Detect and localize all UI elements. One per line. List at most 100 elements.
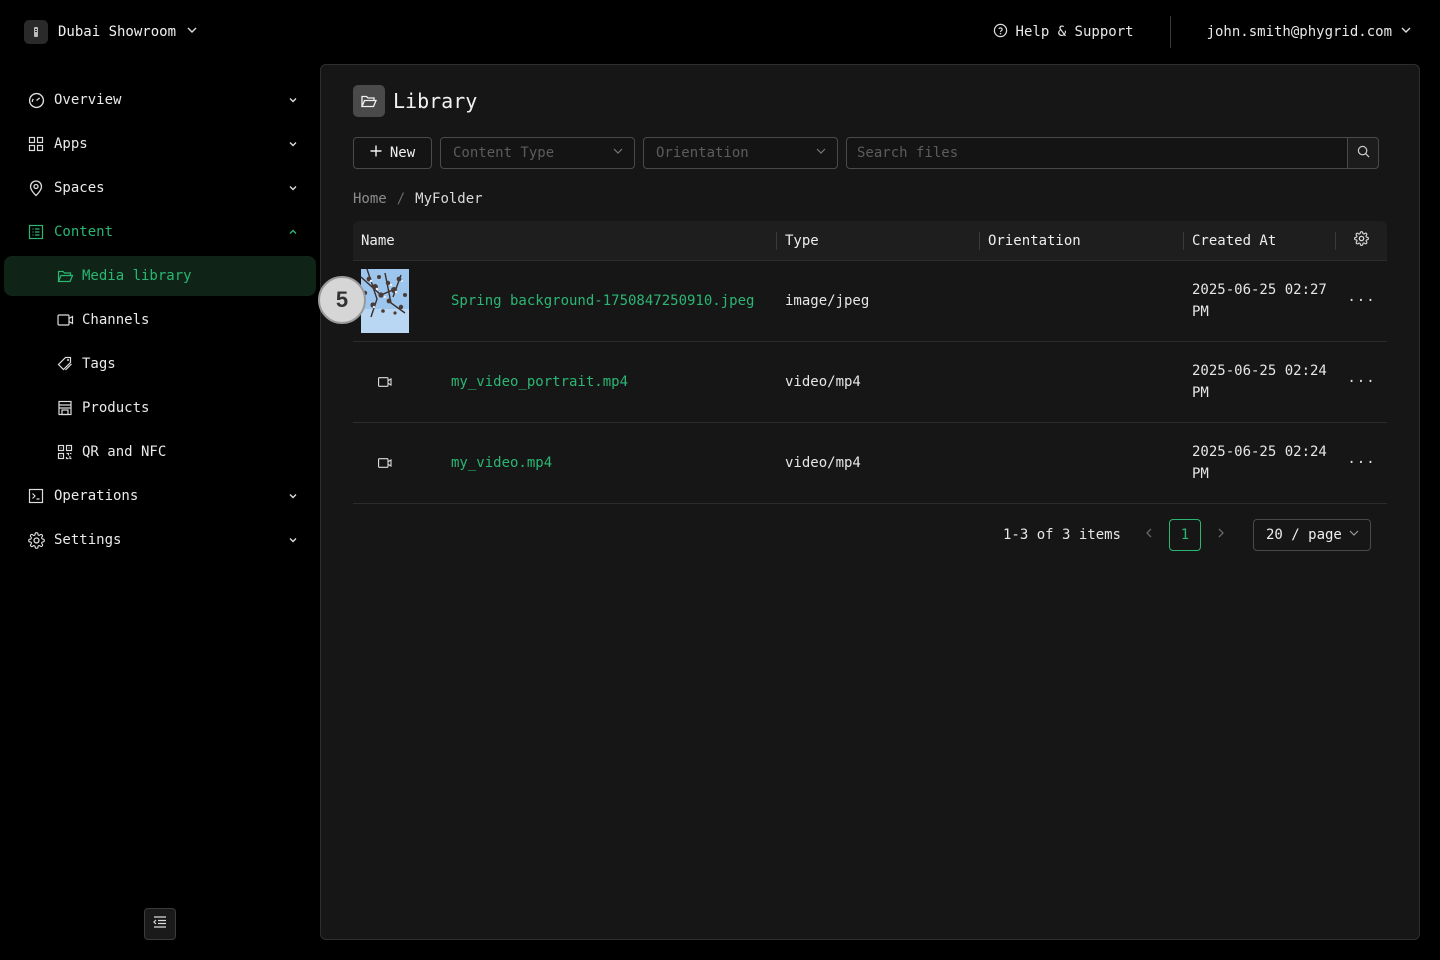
- orientation-cell: [980, 423, 1184, 503]
- search-input[interactable]: [846, 137, 1347, 169]
- chevron-down-icon: [612, 145, 624, 161]
- tags-icon: [56, 355, 74, 373]
- type-cell: video/mp4: [785, 374, 861, 390]
- row-actions-button[interactable]: ···: [1336, 342, 1387, 422]
- chevron-down-icon: [286, 489, 300, 503]
- sidebar-item-media-library[interactable]: Media library: [4, 256, 316, 296]
- chevron-down-icon: [186, 24, 198, 40]
- table-row[interactable]: Spring background-1750847250910.jpeg ima…: [353, 261, 1387, 342]
- image-thumbnail[interactable]: [361, 269, 409, 333]
- column-header-orientation[interactable]: Orientation: [980, 221, 1184, 261]
- next-page-button[interactable]: [1205, 519, 1237, 551]
- created-ampm: PM: [1192, 466, 1209, 482]
- previous-page-button[interactable]: [1133, 519, 1165, 551]
- breadcrumb-separator: /: [396, 191, 406, 207]
- sidebar-item-products[interactable]: Products: [4, 386, 316, 430]
- orientation-cell: [980, 261, 1184, 341]
- chevron-down-icon: [815, 145, 827, 161]
- new-button[interactable]: New: [353, 137, 432, 169]
- file-name-link[interactable]: my_video_portrait.mp4: [451, 374, 628, 390]
- toolbar: New Content Type Orientation: [353, 137, 1379, 170]
- search-button[interactable]: [1347, 137, 1379, 169]
- shop-icon: [56, 399, 74, 417]
- table-row[interactable]: my_video_portrait.mp4 video/mp4 2025-06-…: [353, 342, 1387, 423]
- chevron-down-icon: [286, 181, 300, 195]
- chevron-up-icon: [286, 225, 300, 239]
- gear-icon: [1354, 231, 1369, 250]
- chevron-down-icon: [286, 137, 300, 151]
- breadcrumb: Home / MyFolder: [353, 191, 483, 207]
- column-header-name[interactable]: Name: [353, 221, 777, 261]
- sidebar-item-label: Products: [82, 400, 150, 416]
- sidebar-item-qr-and-nfc[interactable]: QR and NFC: [4, 430, 316, 474]
- chevron-right-icon: [1216, 527, 1226, 543]
- chevron-down-icon: [286, 93, 300, 107]
- sidebar-item-operations[interactable]: Operations: [0, 474, 320, 518]
- orientation-cell: [980, 342, 1184, 422]
- page-number-button[interactable]: 1: [1169, 519, 1201, 551]
- name-cell: my_video_portrait.mp4: [353, 342, 777, 422]
- type-cell: video/mp4: [785, 455, 861, 471]
- sidebar-collapse-button[interactable]: [144, 908, 176, 940]
- sidebar-item-label: Tags: [82, 356, 116, 372]
- help-support-link[interactable]: Help & Support: [993, 23, 1170, 42]
- video-camera-icon: [361, 350, 409, 414]
- sidebar-item-tags[interactable]: Tags: [4, 342, 316, 386]
- breadcrumb-current: MyFolder: [415, 191, 483, 207]
- sidebar-item-spaces[interactable]: Spaces: [0, 166, 320, 210]
- page-title: Library: [393, 89, 478, 113]
- created-at-cell: 2025-06-25 02:24 PM: [1184, 423, 1336, 503]
- sidebar: Overview Apps Spaces Content Media libra…: [0, 78, 320, 562]
- chevron-down-icon: [1400, 24, 1412, 40]
- help-circle-icon: [993, 23, 1008, 42]
- row-actions-button[interactable]: ···: [1336, 261, 1387, 341]
- folder-open-icon: [353, 85, 385, 117]
- search-box: [846, 137, 1379, 169]
- file-name-link[interactable]: my_video.mp4: [451, 455, 552, 471]
- orientation-placeholder: Orientation: [656, 145, 749, 161]
- plus-icon: [370, 145, 382, 161]
- sidebar-item-label: Overview: [54, 92, 122, 108]
- terminal-icon: [27, 487, 45, 505]
- sidebar-item-apps[interactable]: Apps: [0, 122, 320, 166]
- table-row[interactable]: my_video.mp4 video/mp4 2025-06-25 02:24 P…: [353, 423, 1387, 504]
- content-type-select[interactable]: Content Type: [440, 137, 635, 169]
- content-type-placeholder: Content Type: [453, 145, 555, 161]
- sidebar-item-channels[interactable]: Channels: [4, 298, 316, 342]
- sidebar-item-content[interactable]: Content: [0, 210, 320, 254]
- created-ampm: PM: [1192, 385, 1209, 401]
- files-table: Name Type Orientation Created At Spring …: [353, 221, 1387, 504]
- sidebar-item-label: Content: [54, 224, 114, 240]
- sidebar-item-label: Operations: [54, 488, 139, 504]
- page-header: Library: [353, 85, 477, 117]
- qrcode-icon: [56, 443, 74, 461]
- sidebar-item-label: Media library: [82, 268, 192, 284]
- sidebar-item-label: Channels: [82, 312, 150, 328]
- sidebar-item-settings[interactable]: Settings: [0, 518, 320, 562]
- chevron-left-icon: [1144, 527, 1154, 543]
- menu-fold-icon: [153, 916, 167, 932]
- breadcrumb-home[interactable]: Home: [353, 191, 387, 207]
- search-icon: [1357, 145, 1370, 162]
- type-cell: image/jpeg: [785, 293, 870, 309]
- apps-grid-icon: [27, 135, 45, 153]
- table-header: Name Type Orientation Created At: [353, 221, 1387, 261]
- sidebar-item-overview[interactable]: Overview: [0, 78, 320, 122]
- row-actions-button[interactable]: ···: [1336, 423, 1387, 503]
- column-header-type[interactable]: Type: [777, 221, 980, 261]
- created-date: 2025-06-25 02:27: [1192, 282, 1327, 298]
- video-camera-icon: [361, 431, 409, 495]
- sidebar-item-label: Spaces: [54, 180, 105, 196]
- main-panel: Library New Content Type Orientation Hom…: [320, 64, 1420, 940]
- user-email: john.smith@phygrid.com: [1206, 24, 1392, 40]
- workspace-logo-icon: [24, 20, 48, 44]
- sidebar-item-label: Apps: [54, 136, 88, 152]
- user-menu[interactable]: john.smith@phygrid.com: [1171, 24, 1412, 40]
- workspace-selector[interactable]: Dubai Showroom: [24, 20, 198, 44]
- column-settings-button[interactable]: [1336, 221, 1387, 261]
- column-header-created-at[interactable]: Created At: [1184, 221, 1336, 261]
- page-size-select[interactable]: 20 / page: [1253, 519, 1371, 551]
- workspace-name: Dubai Showroom: [58, 24, 177, 40]
- file-name-link[interactable]: Spring background-1750847250910.jpeg: [451, 293, 754, 309]
- orientation-select[interactable]: Orientation: [643, 137, 838, 169]
